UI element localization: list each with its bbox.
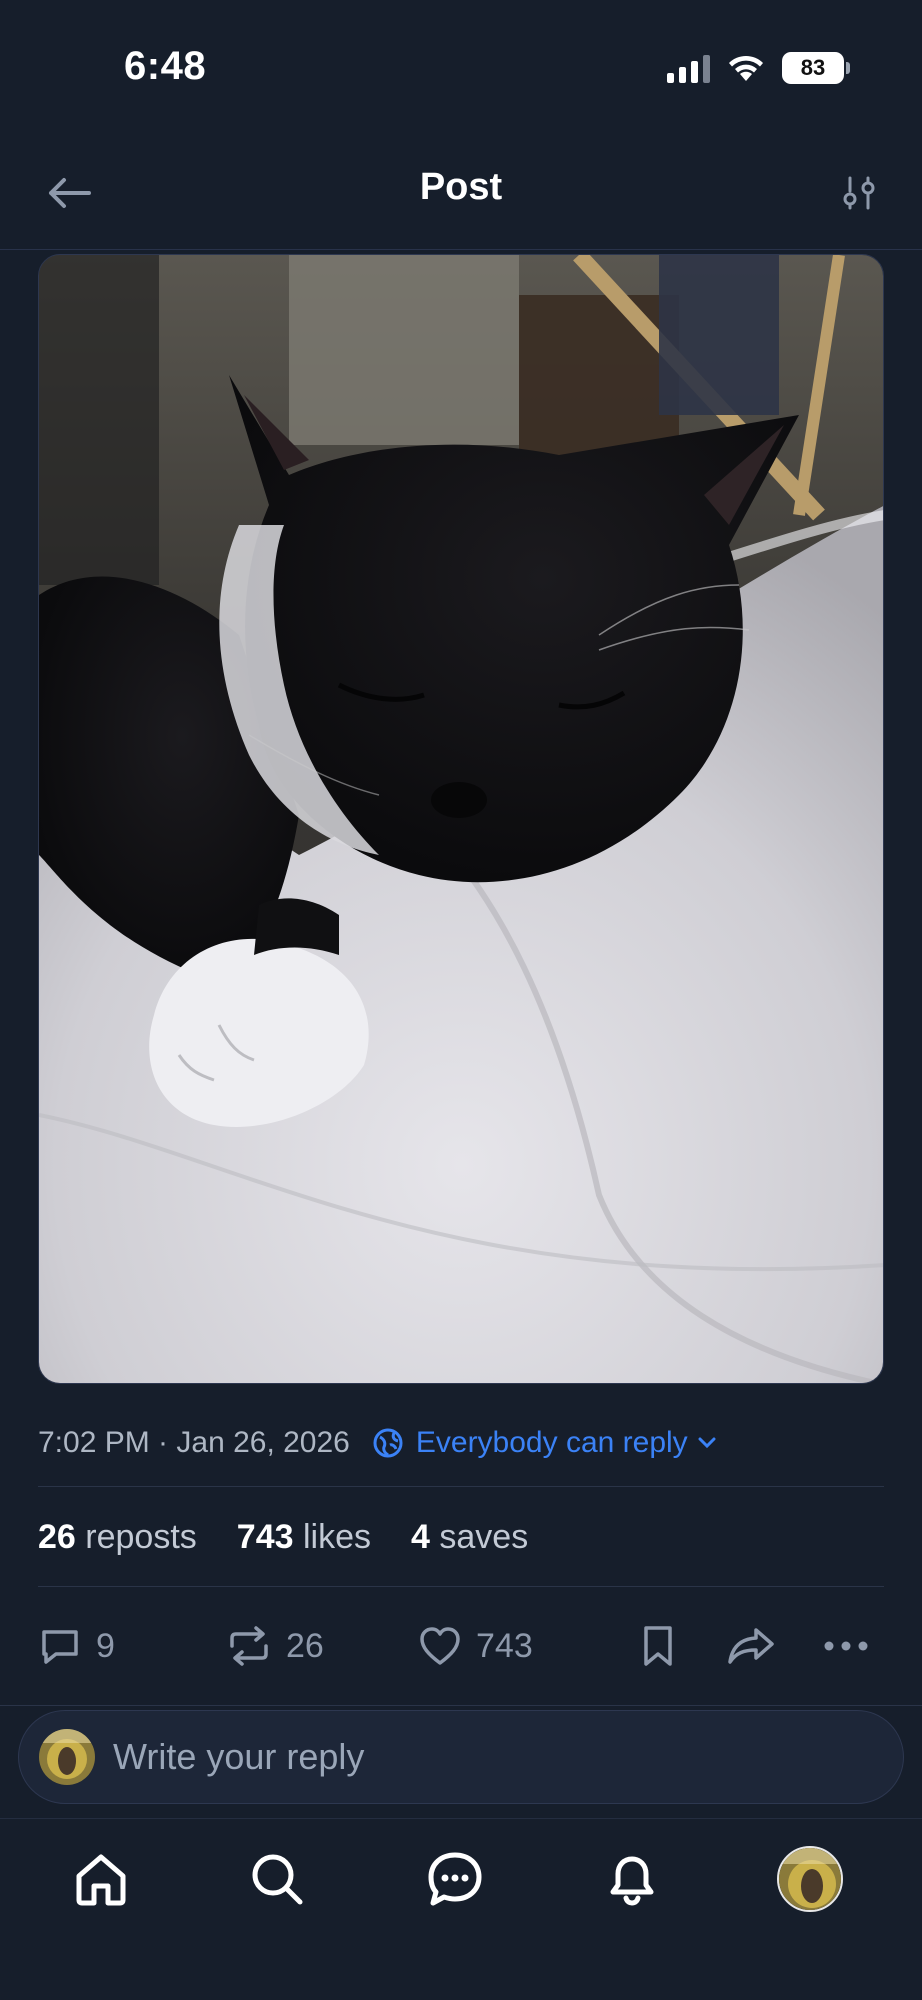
repost-icon xyxy=(230,1626,268,1666)
reply-setting-button[interactable]: Everybody can reply xyxy=(372,1426,716,1460)
stat-saves[interactable]: 4 saves xyxy=(411,1518,528,1557)
comment-icon xyxy=(42,1630,78,1664)
reply-composer[interactable] xyxy=(18,1710,904,1804)
nav-profile[interactable] xyxy=(772,1841,848,1917)
stat-likes[interactable]: 743 likes xyxy=(237,1518,371,1557)
divider xyxy=(38,1486,884,1487)
reply-button[interactable]: 9 xyxy=(38,1616,115,1676)
share-icon xyxy=(728,1628,774,1664)
thread-settings-button[interactable] xyxy=(834,168,884,218)
home-icon xyxy=(76,1854,126,1906)
status-bar: 6:48 83 xyxy=(0,0,922,130)
search-icon xyxy=(252,1854,303,1905)
cellular-signal-icon xyxy=(667,53,710,83)
reply-setting-label: Everybody can reply xyxy=(415,1426,688,1459)
battery-icon: 83 xyxy=(782,52,850,84)
cat-photo xyxy=(39,255,883,1383)
nav-chat[interactable] xyxy=(417,1841,493,1917)
nav-notifications[interactable] xyxy=(594,1841,670,1917)
repost-count: 26 xyxy=(286,1626,324,1665)
globe-icon xyxy=(372,1427,404,1459)
divider xyxy=(38,1586,884,1587)
bell-icon xyxy=(610,1856,654,1906)
like-count: 743 xyxy=(476,1626,533,1665)
reply-input[interactable] xyxy=(113,1736,813,1778)
divider xyxy=(0,1705,922,1706)
save-button[interactable] xyxy=(638,1616,678,1676)
status-time: 6:48 xyxy=(124,44,207,88)
avatar xyxy=(39,1729,95,1785)
post-timestamp: 7:02 PM · Jan 26, 2026 xyxy=(38,1426,350,1459)
more-horizontal-icon xyxy=(824,1641,868,1651)
post-actions: 9 26 743 xyxy=(0,1616,922,1676)
post-stats: 26 reposts 743 likes 4 saves xyxy=(38,1512,568,1562)
battery-level: 83 xyxy=(800,55,826,80)
page-title: Post xyxy=(419,166,503,208)
share-button[interactable] xyxy=(726,1616,776,1676)
bottom-nav xyxy=(0,1818,922,2000)
like-button[interactable]: 743 xyxy=(418,1616,533,1676)
post-image[interactable] xyxy=(38,254,884,1384)
post-meta: 7:02 PM · Jan 26, 2026 Everybody can rep… xyxy=(38,1418,884,1468)
status-icons: 83 xyxy=(667,52,850,84)
nav-search[interactable] xyxy=(239,1841,315,1917)
post-header: Post xyxy=(0,130,922,250)
wifi-icon xyxy=(729,55,763,81)
avatar xyxy=(777,1846,843,1912)
chevron-down-icon xyxy=(698,1437,716,1449)
nav-home[interactable] xyxy=(63,1841,139,1917)
bookmark-icon xyxy=(644,1626,672,1666)
heart-icon xyxy=(420,1627,460,1665)
repost-button[interactable]: 26 xyxy=(226,1616,324,1676)
more-options-button[interactable] xyxy=(822,1616,870,1676)
stat-reposts[interactable]: 26 reposts xyxy=(38,1518,197,1557)
reply-count: 9 xyxy=(96,1626,115,1665)
sliders-icon xyxy=(843,176,875,210)
chat-icon xyxy=(428,1852,482,1906)
